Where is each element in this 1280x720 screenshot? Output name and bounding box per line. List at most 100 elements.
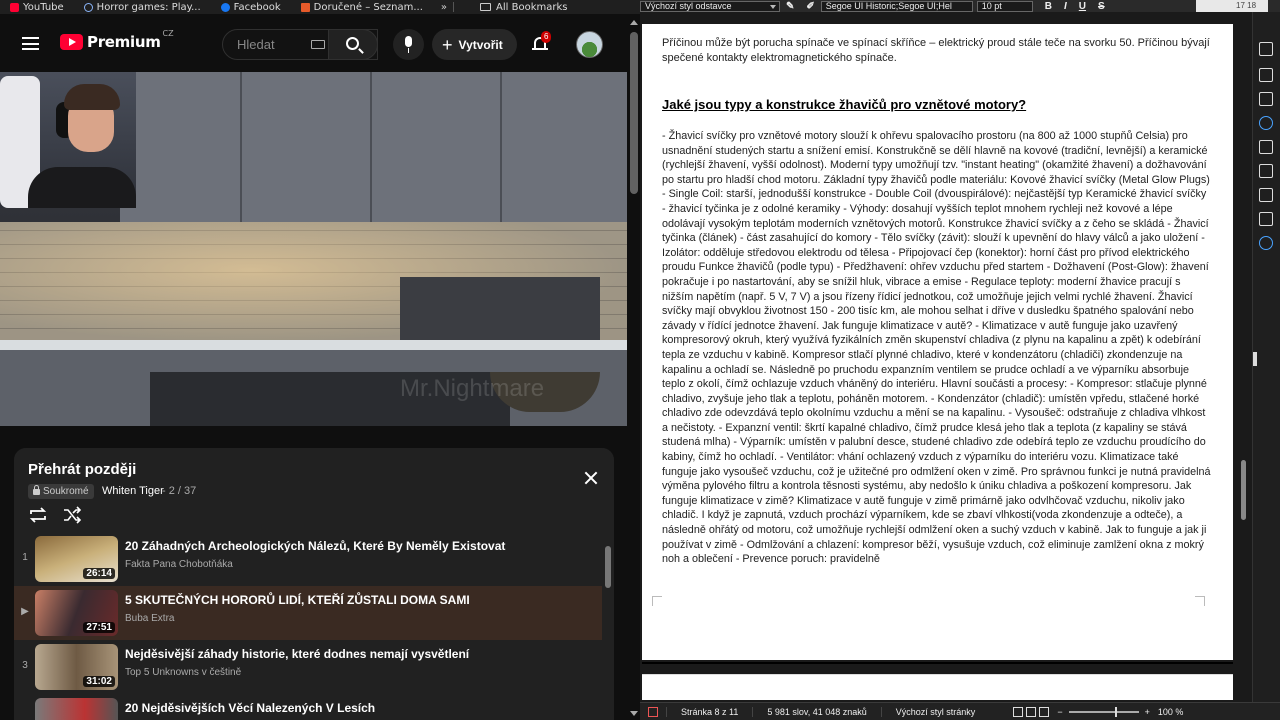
zoom-slider[interactable] [1068, 706, 1139, 717]
design-icon[interactable] [1259, 212, 1273, 226]
word-count-status[interactable]: 5 981 slov, 41 048 znaků [752, 706, 880, 717]
all-bookmarks-button[interactable]: All Bookmarks [480, 2, 567, 13]
styles-icon[interactable] [1259, 68, 1273, 82]
video-title[interactable]: Nejděsivější záhady historie, které dodn… [125, 647, 469, 661]
channel-name[interactable]: Fakta Pana Chobotňáka [125, 559, 233, 570]
font-size-select[interactable]: 10 pt [976, 0, 1033, 12]
page-margin-corner [1195, 596, 1205, 606]
single-page-view-icon[interactable] [1013, 706, 1024, 717]
playlist-title[interactable]: Přehrát později [28, 461, 136, 478]
youtube-favicon-icon [10, 2, 19, 12]
find-icon[interactable] [1259, 236, 1273, 250]
video-frame [0, 340, 627, 350]
menu-icon[interactable] [22, 37, 39, 50]
channel-name[interactable]: Buba Extra [125, 613, 174, 624]
video-duration: 27:51 [83, 622, 115, 633]
page-scroll-thumb[interactable] [630, 32, 638, 194]
bookmark-label: Facebook [233, 1, 281, 13]
channel-name[interactable]: Top 5 Unknowns v češtině [125, 667, 241, 678]
video-thumbnail[interactable]: 27:51 [35, 590, 118, 636]
playlist-item[interactable]: 3 31:02 Nejděsivější záhady historie, kt… [14, 640, 602, 694]
video-frame [240, 72, 242, 222]
bookmark-horror-games[interactable]: Horror games: Play... [74, 2, 211, 13]
document-area: Příčinou může být porucha spínače ve spí… [640, 12, 1260, 702]
gallery-icon[interactable] [1259, 92, 1273, 106]
youtube-play-icon [60, 34, 83, 50]
account-avatar[interactable] [576, 31, 603, 58]
logo-region: CZ [162, 29, 174, 38]
document-modified-icon[interactable] [648, 706, 658, 717]
playlist-position: - 2 / 37 [162, 485, 197, 497]
scroll-up-arrow-icon[interactable] [630, 20, 638, 25]
video-player[interactable]: Mr.Nightmare [0, 72, 627, 426]
paragraph-style-select[interactable]: Výchozí styl odstavce [640, 0, 780, 12]
bookmark-label: Horror games: Play... [96, 1, 201, 13]
sidebar-deck [1252, 12, 1280, 702]
webcam-overlay [0, 72, 136, 208]
create-label: Vytvořit [458, 37, 503, 52]
video-thumbnail[interactable]: 31:02 [35, 644, 118, 690]
update-style-icon[interactable]: ✎ [786, 1, 794, 12]
item-index: 3 [22, 660, 28, 671]
item-index: 1 [22, 552, 28, 563]
page-number-status[interactable]: Stránka 8 z 11 [666, 706, 752, 717]
playlist-item[interactable]: 1 26:14 20 Záhadných Archeologických Nál… [14, 532, 602, 586]
page-break [642, 662, 1233, 672]
loop-icon[interactable] [28, 506, 48, 524]
video-title[interactable]: 20 Záhadných Archeologických Nálezů, Kte… [125, 539, 505, 553]
zoom-out-icon[interactable]: − [1057, 707, 1062, 717]
multi-page-view-icon[interactable] [1026, 706, 1037, 717]
playlist-scrollbar[interactable] [604, 532, 612, 720]
playlist-item-now-playing[interactable]: ▶ 27:51 5 SKUTEČNÝCH HORORŮ LIDÍ, KTEŘÍ … [14, 586, 602, 640]
video-title[interactable]: 5 SKUTEČNÝCH HORORŮ LIDÍ, KTEŘÍ ZŮSTALI … [125, 593, 470, 607]
video-frame [120, 72, 627, 222]
next-page[interactable] [642, 674, 1233, 700]
search-button[interactable] [328, 29, 378, 60]
search-input[interactable] [237, 37, 307, 52]
strikethrough-button[interactable]: S [1098, 1, 1105, 12]
playlist-scroll-thumb[interactable] [605, 546, 611, 588]
keyboard-icon[interactable] [311, 40, 325, 49]
page-scrollbar[interactable] [628, 14, 640, 720]
navigator-icon[interactable] [1259, 116, 1273, 130]
underline-button[interactable]: U [1079, 1, 1086, 12]
document-scrollbar[interactable] [1238, 12, 1250, 702]
video-thumbnail[interactable] [35, 698, 118, 720]
sidebar-toggle-handle[interactable] [1253, 352, 1257, 366]
video-title[interactable]: 20 Nejděsivějších Věcí Nalezených V Lesí… [125, 701, 375, 715]
shuffle-icon[interactable] [62, 506, 82, 524]
search-icon [346, 37, 359, 50]
bold-button[interactable]: B [1045, 1, 1052, 12]
new-style-icon[interactable]: ✐ [806, 1, 814, 12]
document-page[interactable]: Příčinou může být porucha spínače ve spí… [642, 24, 1233, 660]
manage-changes-icon[interactable] [1259, 188, 1273, 202]
close-icon[interactable] [583, 470, 599, 486]
video-duration: 31:02 [83, 676, 115, 687]
page-icon[interactable] [1259, 140, 1273, 154]
playlist-panel: Přehrát později Soukromé Whiten Tiger - … [14, 448, 614, 720]
plus-icon: + [442, 34, 453, 55]
video-thumbnail[interactable]: 26:14 [35, 536, 118, 582]
paragraph-style-value: Výchozí styl odstavce [645, 1, 732, 11]
youtube-premium-logo[interactable]: Premium CZ [60, 29, 174, 51]
horizontal-ruler[interactable]: 17 18 [1196, 0, 1268, 12]
book-view-icon[interactable] [1039, 706, 1050, 717]
bookmark-youtube[interactable]: YouTube [0, 2, 74, 13]
bookmarks-overflow-button[interactable]: » [441, 2, 447, 13]
bookmark-seznam-mail[interactable]: Doručené – Seznam... [291, 2, 433, 13]
zoom-in-icon[interactable]: + [1145, 707, 1150, 717]
scroll-down-arrow-icon[interactable] [630, 711, 638, 716]
create-button[interactable]: + Vytvořit [432, 29, 517, 60]
page-style-status[interactable]: Výchozí styl stránky [880, 706, 990, 717]
font-name-select[interactable]: Segoe UI Historic;Segoe UI;Hel [820, 0, 973, 12]
bookmark-facebook[interactable]: Facebook [211, 2, 291, 13]
playlist-item[interactable]: 20 Nejděsivějších Věcí Nalezených V Lesí… [14, 694, 602, 720]
style-inspector-icon[interactable] [1259, 164, 1273, 178]
properties-icon[interactable] [1259, 42, 1273, 56]
playlist-owner[interactable]: Whiten Tiger [102, 485, 164, 497]
italic-button[interactable]: I [1064, 1, 1067, 12]
formatting-toolbar: Výchozí styl odstavce ✎ ✐ Segoe UI Histo… [640, 0, 1280, 12]
voice-search-button[interactable] [393, 29, 424, 60]
zoom-level[interactable]: 100 % [1158, 707, 1184, 717]
document-scroll-thumb[interactable] [1241, 460, 1246, 520]
